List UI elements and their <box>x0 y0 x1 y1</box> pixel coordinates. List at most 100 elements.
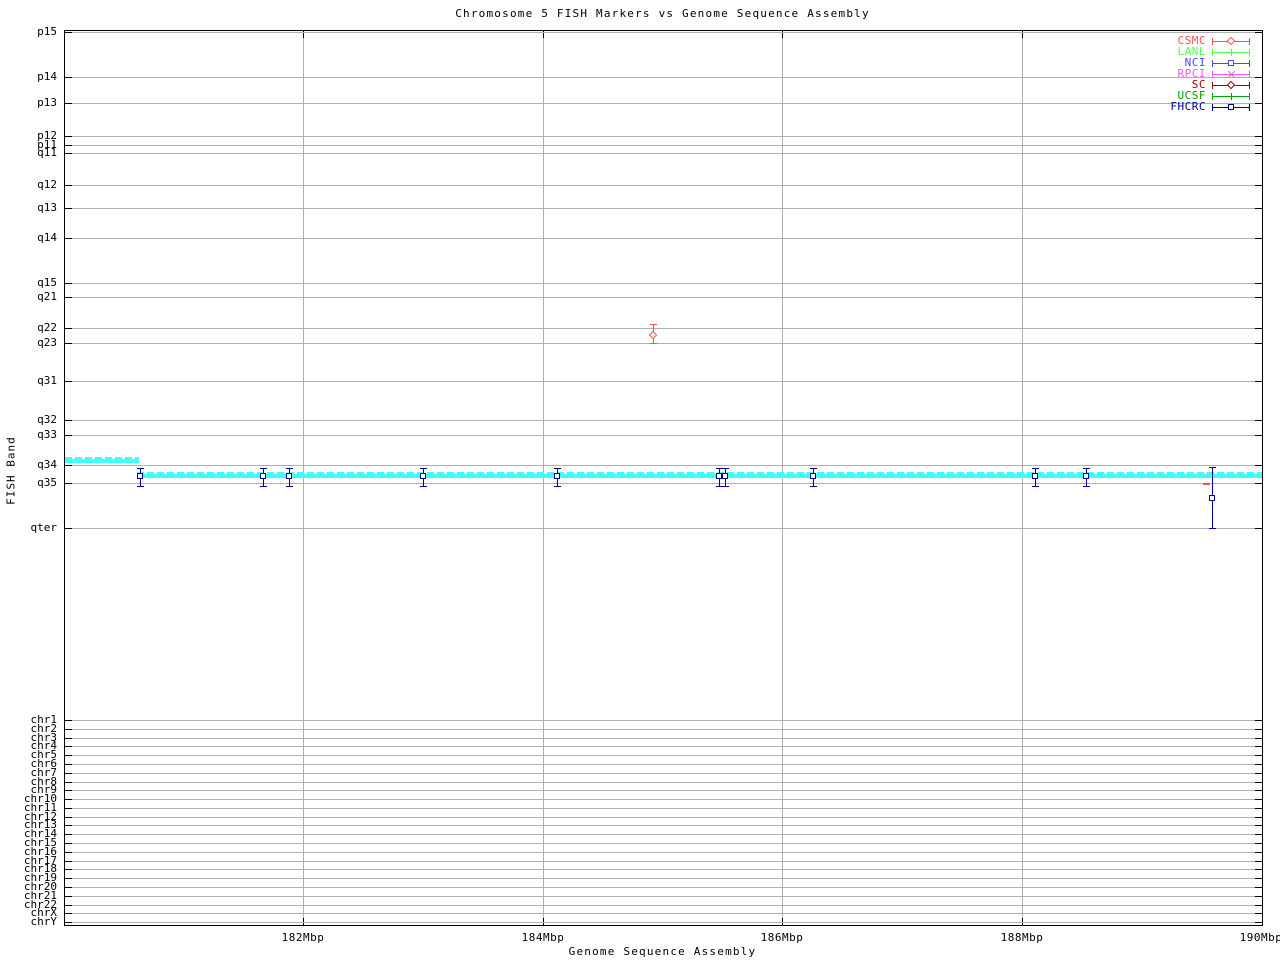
y-band-label: q14 <box>37 231 57 244</box>
y-axis-tick <box>1255 729 1262 730</box>
horizontal-gridline <box>65 729 1262 730</box>
error-bar-cap <box>810 468 817 469</box>
chart-title: Chromosome 5 FISH Markers vs Genome Sequ… <box>455 7 870 20</box>
y-axis-tick <box>65 861 72 862</box>
error-bar-cap <box>286 468 293 469</box>
horizontal-gridline <box>65 746 1262 747</box>
legend-sample-cap <box>1212 82 1213 89</box>
plot-area <box>64 30 1263 926</box>
y-axis-tick <box>65 528 72 529</box>
y-axis-tick <box>65 773 72 774</box>
horizontal-gridline <box>65 153 1262 154</box>
legend-sample-cap <box>1249 82 1250 89</box>
y-band-label: q23 <box>37 336 57 349</box>
y-axis-tick <box>1255 790 1262 791</box>
y-axis-tick <box>1255 103 1262 104</box>
horizontal-gridline <box>65 790 1262 791</box>
error-bar-cap <box>1209 528 1216 529</box>
assembly-band-dashes <box>137 472 1262 474</box>
error-bar-cap <box>1032 486 1039 487</box>
y-axis-tick <box>65 825 72 826</box>
y-axis-tick <box>1255 799 1262 800</box>
y-axis-tick <box>65 878 72 879</box>
y-axis-tick <box>1255 297 1262 298</box>
legend-row: FHCRC <box>1040 101 1252 113</box>
horizontal-gridline <box>65 852 1262 853</box>
assembly-band-dashes <box>65 457 139 459</box>
x-tick-label: 182Mbp <box>281 931 325 944</box>
horizontal-gridline <box>65 145 1262 146</box>
legend-sample-cap <box>1212 71 1213 78</box>
error-bar-cap <box>420 486 427 487</box>
y-axis-tick <box>65 297 72 298</box>
horizontal-gridline <box>65 328 1262 329</box>
y-axis-tick <box>1255 381 1262 382</box>
legend-label: FHCRC <box>1170 100 1206 113</box>
horizontal-gridline <box>65 878 1262 879</box>
x-tick-label: 188Mbp <box>1000 931 1044 944</box>
error-bar-cap <box>260 486 267 487</box>
y-axis-tick <box>65 238 72 239</box>
marker-cross <box>1228 71 1235 78</box>
y-axis-tick <box>65 834 72 835</box>
horizontal-gridline <box>65 843 1262 844</box>
y-axis-tick <box>65 782 72 783</box>
marker-diamond <box>648 330 658 340</box>
y-axis-tick <box>65 185 72 186</box>
y-axis-tick <box>1255 834 1262 835</box>
y-axis-tick <box>1255 738 1262 739</box>
marker-square <box>810 473 816 479</box>
y-axis-tick <box>1255 887 1262 888</box>
horizontal-gridline <box>65 465 1262 466</box>
y-axis-tick <box>65 746 72 747</box>
y-band-label: q33 <box>37 428 57 441</box>
legend-sample <box>1212 101 1250 113</box>
y-band-label: p14 <box>37 70 57 83</box>
y-axis-tick <box>65 913 72 914</box>
error-bar-cap <box>722 486 729 487</box>
y-axis-tick <box>65 283 72 284</box>
y-axis-tick <box>65 817 72 818</box>
y-axis-tick <box>1255 238 1262 239</box>
horizontal-gridline <box>65 755 1262 756</box>
horizontal-gridline <box>65 817 1262 818</box>
y-band-label: q21 <box>37 290 57 303</box>
y-axis-tick <box>65 808 72 809</box>
marker-diamond <box>1226 80 1236 90</box>
marker-square <box>1083 473 1089 479</box>
y-axis-tick <box>1255 185 1262 186</box>
y-axis-tick <box>1255 328 1262 329</box>
y-axis-tick <box>1255 136 1262 137</box>
y-axis-tick <box>1255 852 1262 853</box>
horizontal-gridline <box>65 435 1262 436</box>
y-axis-tick <box>1255 869 1262 870</box>
y-band-label: q11 <box>37 146 57 159</box>
error-bar-cap <box>722 468 729 469</box>
horizontal-gridline <box>65 185 1262 186</box>
y-axis-tick <box>1255 746 1262 747</box>
y-axis-tick <box>1255 153 1262 154</box>
horizontal-gridline <box>65 343 1262 344</box>
x-tick-label: 186Mbp <box>760 931 804 944</box>
y-band-label: q15 <box>37 276 57 289</box>
error-bar-cap <box>137 486 144 487</box>
y-axis-tick <box>1255 861 1262 862</box>
y-band-label: p13 <box>37 96 57 109</box>
y-axis-tick <box>1255 905 1262 906</box>
y-axis-tick <box>1255 808 1262 809</box>
legend-sample-cap <box>1212 104 1213 111</box>
y-axis-tick <box>65 887 72 888</box>
y-axis-tick <box>1255 343 1262 344</box>
horizontal-gridline <box>65 420 1262 421</box>
marker-plus <box>1231 49 1232 56</box>
assembly-band-segment <box>65 459 139 463</box>
y-axis-tick <box>65 208 72 209</box>
y-axis-tick <box>65 720 72 721</box>
legend-sample-cap <box>1249 60 1250 67</box>
y-axis-tick <box>1255 465 1262 466</box>
marker-square <box>1032 473 1038 479</box>
error-bar-cap <box>1032 468 1039 469</box>
y-axis-tick <box>1255 764 1262 765</box>
legend-sample-cap <box>1249 71 1250 78</box>
y-band-label: q35 <box>37 476 57 489</box>
